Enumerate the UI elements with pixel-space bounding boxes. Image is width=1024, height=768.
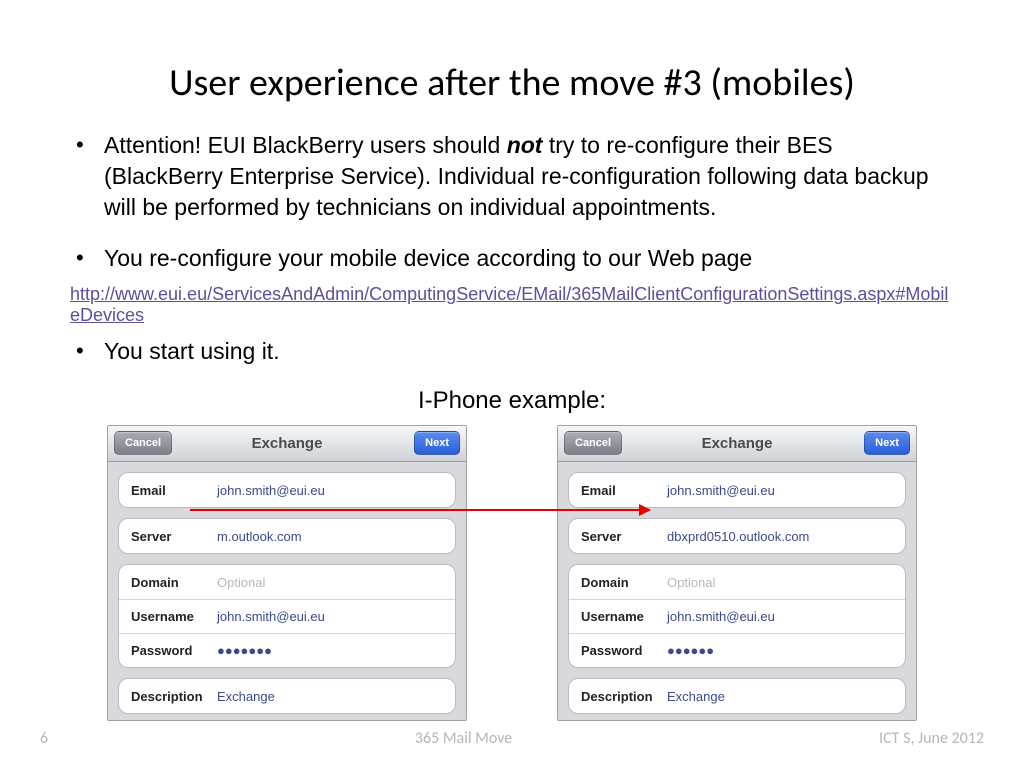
server-value: dbxprd0510.outlook.com [667,529,809,544]
server-value: m.outlook.com [217,529,302,544]
domain-row[interactable]: DomainOptional [569,565,905,599]
password-value: ●●●●●●● [217,643,272,658]
email-row[interactable]: Emailjohn.smith@eui.eu [119,473,455,507]
example-label: I-Phone example: [70,387,954,415]
server-row[interactable]: Serverm.outlook.com [119,519,455,553]
password-value: ●●●●●● [667,643,714,658]
description-label: Description [581,689,667,704]
username-row[interactable]: Usernamejohn.smith@eui.eu [119,599,455,633]
username-value: john.smith@eui.eu [667,609,775,624]
description-row[interactable]: DescriptionExchange [119,679,455,713]
footer-center: 365 Mail Move [415,729,512,748]
slide-title: User experience after the move #3 (mobil… [70,60,954,106]
slide-number: 6 [40,729,48,748]
password-row[interactable]: Password●●●●●●● [119,633,455,667]
server-label: Server [131,529,217,544]
username-label: Username [131,609,217,624]
username-label: Username [581,609,667,624]
server-row[interactable]: Serverdbxprd0510.outlook.com [569,519,905,553]
description-value: Exchange [667,689,725,704]
password-row[interactable]: Password●●●●●● [569,633,905,667]
email-label: Email [581,483,667,498]
bullet-1-em: not [507,132,543,158]
description-row[interactable]: DescriptionExchange [569,679,905,713]
iphone-settings-after: Cancel Exchange Next Emailjohn.smith@eui… [557,425,917,721]
bullet-1-pre: Attention! EUI BlackBerry users should [104,132,507,158]
email-label: Email [131,483,217,498]
modal-header: Cancel Exchange Next [108,426,466,462]
username-value: john.smith@eui.eu [217,609,325,624]
server-label: Server [581,529,667,544]
change-arrow-icon [190,509,650,511]
next-button[interactable]: Next [864,431,910,455]
domain-label: Domain [131,575,217,590]
footer-right: ICT S, June 2012 [879,729,984,748]
iphone-settings-before: Cancel Exchange Next Emailjohn.smith@eui… [107,425,467,721]
description-label: Description [131,689,217,704]
email-row[interactable]: Emailjohn.smith@eui.eu [569,473,905,507]
password-label: Password [131,643,217,658]
modal-title: Exchange [702,435,773,452]
config-link[interactable]: http://www.eui.eu/ServicesAndAdmin/Compu… [70,284,954,326]
email-value: john.smith@eui.eu [217,483,325,498]
username-row[interactable]: Usernamejohn.smith@eui.eu [569,599,905,633]
email-value: john.smith@eui.eu [667,483,775,498]
bullet-3: You start using it. [104,336,954,367]
domain-label: Domain [581,575,667,590]
bullet-1: Attention! EUI BlackBerry users should n… [104,130,954,223]
next-button[interactable]: Next [414,431,460,455]
password-label: Password [581,643,667,658]
description-value: Exchange [217,689,275,704]
cancel-button[interactable]: Cancel [564,431,622,455]
modal-header: Cancel Exchange Next [558,426,916,462]
bullet-2: You re-configure your mobile device acco… [104,243,954,274]
domain-placeholder: Optional [667,575,715,590]
domain-row[interactable]: DomainOptional [119,565,455,599]
domain-placeholder: Optional [217,575,265,590]
cancel-button[interactable]: Cancel [114,431,172,455]
modal-title: Exchange [252,435,323,452]
